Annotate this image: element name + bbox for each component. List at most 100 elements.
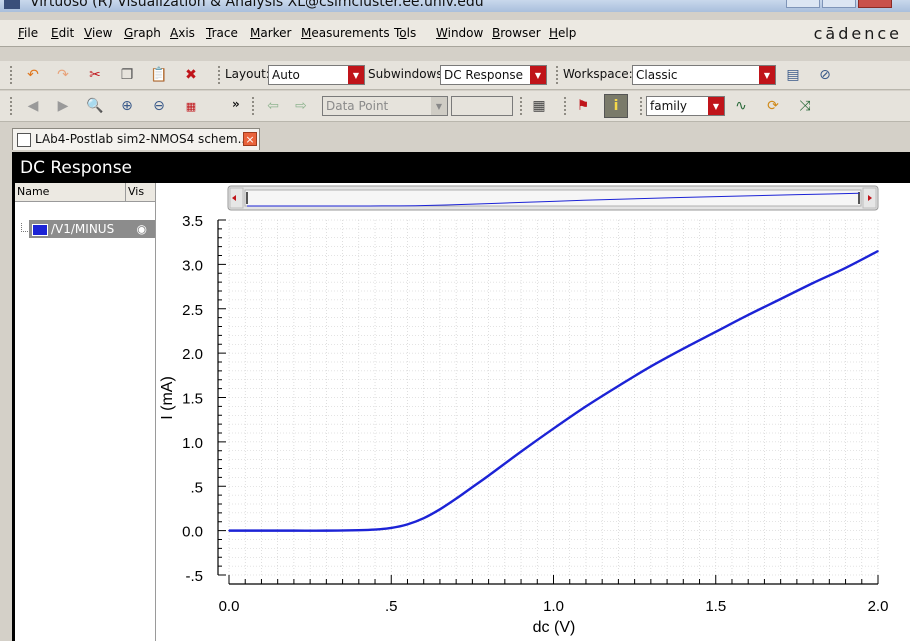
- close-window-button[interactable]: [858, 0, 892, 8]
- prev-marker-icon[interactable]: ⇦: [262, 95, 284, 117]
- menu-tools[interactable]: Tols: [394, 26, 416, 40]
- workspace-delete-icon[interactable]: ⊘: [814, 64, 836, 86]
- trace-point: [617, 385, 620, 387]
- maximize-button[interactable]: [822, 0, 856, 8]
- family-value: family: [650, 99, 688, 113]
- next-marker-icon[interactable]: ⇨: [290, 95, 312, 117]
- trace-line[interactable]: [229, 249, 879, 532]
- minimize-button[interactable]: [786, 0, 820, 8]
- x-axis-ticks: 0.0 .5 1.0 1.5 2.0: [219, 575, 888, 615]
- window-title: Virtuoso (R) Visualization & Analysis XL…: [30, 0, 484, 10]
- marker-value-field[interactable]: [451, 96, 513, 116]
- menu-file[interactable]: File: [18, 26, 38, 40]
- cadence-logo: cādence: [813, 24, 902, 43]
- plot-axes: [217, 220, 878, 585]
- zoom-out-icon[interactable]: ⊖: [148, 95, 170, 117]
- marker-flag-icon[interactable]: ⚑: [572, 95, 594, 117]
- toolbar-grip[interactable]: [10, 97, 15, 115]
- toolbar-grip[interactable]: [564, 97, 569, 115]
- menu-browser[interactable]: Browser: [492, 26, 541, 40]
- toolbar-main: ↶ ↷ ✂ ❐ 📋 ✖ Layout: Auto ▼ Subwindows: D…: [0, 61, 910, 90]
- trace-point: [439, 508, 441, 511]
- menu-graph[interactable]: Graph: [124, 26, 161, 40]
- redo-icon[interactable]: ↷: [52, 64, 74, 86]
- menu-axis[interactable]: Axis: [170, 26, 195, 40]
- family-select[interactable]: family ▼: [646, 96, 725, 116]
- trace-point: [844, 267, 847, 269]
- dc-response-chart[interactable]: 0.0 .5 1.0 1.5 2.0 3.5 3.0 2.5 2.0 1.5 1.0 .5 0.0 -.…: [156, 183, 910, 641]
- subwindow-title: DC Response: [20, 158, 133, 178]
- menu-measurements[interactable]: Measurements: [301, 26, 390, 40]
- trace-point: [747, 314, 749, 316]
- toolbar-grip[interactable]: [556, 66, 561, 84]
- scroll-left-button[interactable]: [229, 187, 244, 209]
- menu-marker[interactable]: Marker: [250, 26, 291, 40]
- forward-icon[interactable]: ▶: [52, 95, 74, 117]
- toolbar-grip[interactable]: [520, 97, 525, 115]
- trace-point: [358, 529, 360, 531]
- zoom-fit-icon[interactable]: 🔍: [84, 95, 106, 117]
- toolbar-grip[interactable]: [640, 97, 645, 115]
- waveform-refresh-icon[interactable]: ⟳: [762, 95, 784, 117]
- column-divider[interactable]: [125, 183, 126, 201]
- chevron-down-icon[interactable]: ▼: [431, 97, 447, 115]
- menu-help[interactable]: Help: [549, 26, 576, 40]
- cut-icon[interactable]: ✂: [84, 64, 106, 86]
- delete-icon[interactable]: ✖: [180, 64, 202, 86]
- eye-icon[interactable]: ◉: [137, 222, 147, 236]
- trace-row[interactable]: /V1/MINUS ◉: [29, 220, 155, 238]
- zoom-in-icon[interactable]: ⊕: [116, 95, 138, 117]
- trace-browser: Name Vis /V1/MINUS ◉: [15, 183, 156, 641]
- plot-area[interactable]: 0.0 .5 1.0 1.5 2.0 3.5 3.0 2.5 2.0 1.5 1.0 .5 0.0 -.…: [156, 183, 910, 641]
- workspace-save-icon[interactable]: ▤: [782, 64, 804, 86]
- scroll-thumb[interactable]: [244, 189, 862, 207]
- trace-point: [812, 282, 814, 284]
- chevron-down-icon[interactable]: ▼: [348, 66, 364, 84]
- back-icon[interactable]: ◀: [22, 95, 44, 117]
- trace-point: [520, 450, 522, 453]
- toolbar-graph: ◀ ▶ 🔍 ⊕ ⊖ ▦ » ⇦ ⇨ Data Point ▼ ▦ ⚑ i fam…: [0, 91, 910, 122]
- trace-browser-header: Name Vis: [15, 183, 155, 202]
- layout-label: Layout:: [225, 67, 270, 81]
- workspace-select[interactable]: Classic ▼: [632, 65, 776, 85]
- plot-grid: [228, 219, 879, 576]
- toolbar-grip[interactable]: [252, 97, 257, 115]
- title-separator: [0, 12, 910, 20]
- column-name[interactable]: Name: [17, 185, 49, 198]
- calculator-icon[interactable]: ▦: [528, 95, 550, 117]
- chevron-down-icon[interactable]: ▼: [759, 66, 775, 84]
- toolbar-grip[interactable]: [10, 66, 15, 84]
- menu-edit[interactable]: Edit: [51, 26, 74, 40]
- menu-trace[interactable]: Trace: [206, 26, 238, 40]
- undo-icon[interactable]: ↶: [22, 64, 44, 86]
- menubar: File Edit View Graph Axis Trace Marker M…: [0, 20, 910, 47]
- toolbar-grip[interactable]: [218, 66, 223, 84]
- trace-color-swatch: [32, 224, 48, 236]
- subwindows-select[interactable]: DC Response ▼: [440, 65, 547, 85]
- y-tick-label: 1.0: [182, 435, 203, 452]
- trace-point: [552, 427, 555, 430]
- toolbar-overflow[interactable]: »: [232, 97, 240, 111]
- zoom-box-icon[interactable]: ▦: [180, 95, 202, 117]
- chevron-down-icon[interactable]: ▼: [708, 97, 724, 115]
- trace-point: [471, 486, 474, 488]
- subwindows-label: Subwindows:: [368, 67, 447, 81]
- copy-icon[interactable]: ❐: [116, 64, 138, 86]
- x-scrollbar[interactable]: [227, 185, 879, 211]
- chevron-down-icon[interactable]: ▼: [530, 66, 546, 84]
- menu-window[interactable]: Window: [436, 26, 483, 40]
- trace-name: /V1/MINUS: [51, 222, 115, 236]
- trace-point: [487, 474, 490, 477]
- column-vis[interactable]: Vis: [128, 185, 144, 198]
- info-icon[interactable]: i: [604, 94, 628, 118]
- marker-mode-select[interactable]: Data Point ▼: [322, 96, 448, 116]
- tab-schematic-result[interactable]: LAb4-Postlab sim2-NMOS4 schem... ×: [12, 128, 260, 150]
- close-tab-icon[interactable]: ×: [243, 132, 257, 146]
- layout-select[interactable]: Auto ▼: [268, 65, 365, 85]
- trace-point: [260, 529, 263, 532]
- paste-icon[interactable]: 📋: [148, 64, 170, 86]
- waveform-compare-icon[interactable]: ⤨: [794, 95, 816, 117]
- menu-view[interactable]: View: [84, 26, 112, 40]
- waveform-family-icon[interactable]: ∿: [730, 95, 752, 117]
- x-tick-label: .5: [385, 598, 398, 615]
